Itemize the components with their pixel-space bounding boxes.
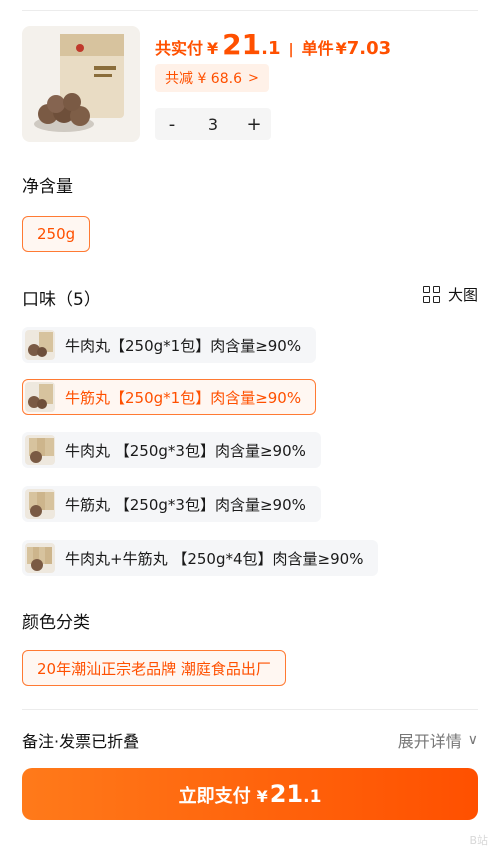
pay-currency: ¥ [256, 787, 268, 806]
color-category-title: 颜色分类 [22, 613, 90, 633]
pay-amount-dec: .1 [303, 787, 322, 807]
discount-text: 共减 ¥ 68.6 [165, 71, 242, 87]
total-amount-int: 21 [222, 28, 262, 61]
grid-view-icon [422, 286, 440, 303]
option-label: 牛肉丸+牛筋丸 【250g*4包】肉含量≥90% [65, 549, 364, 568]
quantity-stepper: - 3 + [155, 108, 271, 140]
option-thumbnail [25, 382, 55, 412]
option-thumbnail [25, 435, 55, 465]
product-thumbnail[interactable] [22, 26, 140, 142]
option-label: 牛肉丸【250g*1包】肉含量≥90% [65, 336, 302, 355]
chevron-right-icon: > [247, 70, 259, 86]
decrement-button[interactable]: - [155, 114, 189, 135]
unit-price-value: 7.03 [346, 38, 392, 59]
large-image-toggle[interactable]: 大图 [422, 284, 478, 305]
option-thumbnail [25, 489, 55, 519]
flavor-option-selected[interactable]: 牛筋丸【250g*1包】肉含量≥90% [22, 379, 317, 415]
total-currency: ¥ [207, 39, 219, 58]
unit-price-currency: ¥ [335, 39, 347, 58]
chevron-down-icon: ∨ [467, 732, 478, 748]
watermark: B站 [469, 834, 488, 847]
net-content-title: 净含量 [22, 177, 73, 197]
option-label: 250g [37, 225, 76, 243]
discount-chip[interactable]: 共减 ¥ 68.6 > [155, 64, 269, 92]
flavor-title: 口味（5） [22, 290, 101, 310]
increment-button[interactable]: + [237, 114, 271, 135]
option-thumbnail [25, 330, 55, 360]
expand-details-link[interactable]: 展开详情 ∨ [398, 728, 478, 752]
expand-details-label: 展开详情 [397, 732, 462, 751]
total-amount-dec: .1 [261, 38, 281, 59]
pay-label: 立即支付 [178, 786, 251, 807]
flavor-option[interactable]: 牛肉丸【250g*1包】肉含量≥90% [22, 327, 317, 363]
price-summary: 共实付 ¥ 21 .1 | 单件 ¥ 7.03 [155, 28, 391, 61]
flavor-option[interactable]: 牛肉丸+牛筋丸 【250g*4包】肉含量≥90% [22, 540, 379, 576]
color-category-option[interactable]: 20年潮汕正宗老品牌 潮庭食品出厂 [22, 650, 286, 686]
section-divider [22, 709, 478, 710]
option-label: 牛筋丸【250g*1包】肉含量≥90% [65, 388, 302, 407]
large-image-label: 大图 [447, 286, 478, 304]
option-label: 20年潮汕正宗老品牌 潮庭食品出厂 [37, 659, 271, 678]
option-thumbnail [25, 543, 55, 573]
pay-amount-int: 21 [269, 780, 304, 808]
flavor-option[interactable]: 牛肉丸 【250g*3包】肉含量≥90% [22, 432, 321, 468]
total-label: 共实付 [155, 39, 204, 58]
top-divider [22, 10, 478, 11]
quantity-value[interactable]: 3 [189, 115, 237, 134]
notes-row: 备注·发票已折叠 展开详情 ∨ [22, 728, 478, 752]
price-separator: | [288, 42, 294, 58]
net-content-option[interactable]: 250g [22, 216, 91, 252]
option-label: 牛筋丸 【250g*3包】肉含量≥90% [65, 495, 306, 514]
option-label: 牛肉丸 【250g*3包】肉含量≥90% [65, 441, 306, 460]
flavor-option[interactable]: 牛筋丸 【250g*3包】肉含量≥90% [22, 486, 321, 522]
pay-now-button[interactable]: 立即支付 ¥ 21 .1 [22, 768, 478, 820]
unit-price-label: 单件 [301, 39, 334, 58]
notes-invoice-label: 备注·发票已折叠 [22, 732, 140, 751]
